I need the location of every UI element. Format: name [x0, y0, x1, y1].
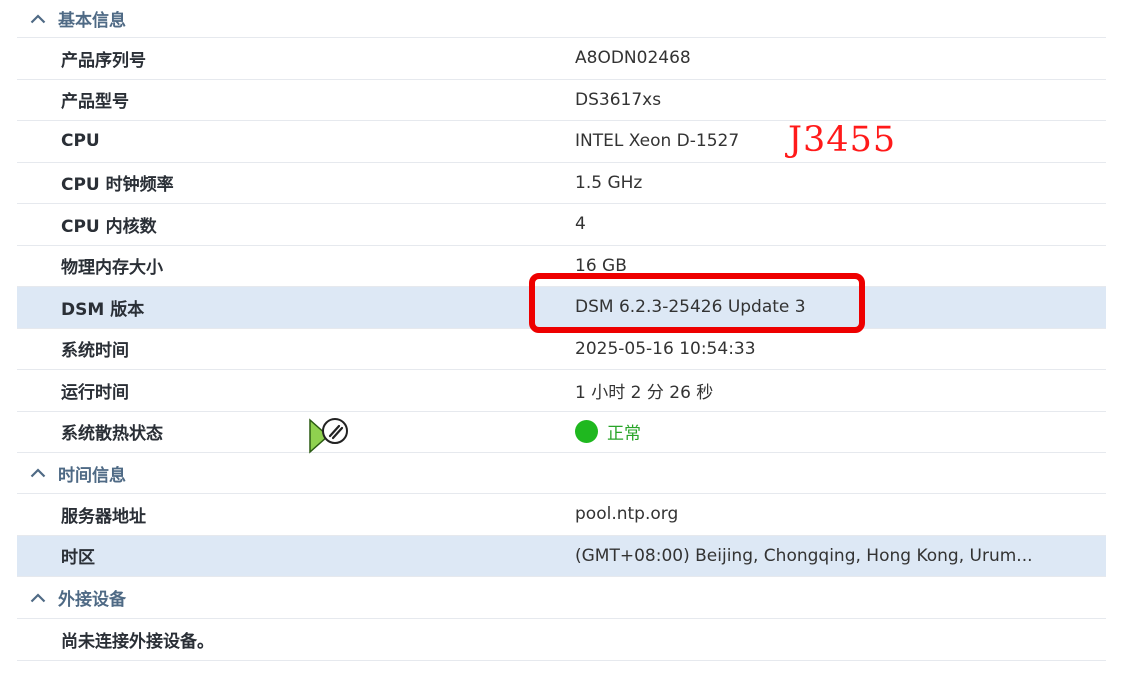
row-label: 系统散热状态 — [61, 424, 163, 445]
row-value: DS3617xs — [575, 89, 662, 110]
section-header-basic-info[interactable]: 基本信息 — [17, 0, 1106, 38]
row-value: 4 — [575, 214, 586, 235]
row-no-external-devices: 尚未连接外接设备。 — [17, 619, 1106, 661]
chevron-up-icon[interactable] — [29, 10, 47, 28]
row-value: (GMT+08:00) Beijing, Chongqing, Hong Kon… — [575, 545, 1033, 566]
row-label: 时区 — [61, 548, 95, 569]
chevron-up-icon[interactable] — [29, 589, 47, 607]
row-thermal-status[interactable]: 系统散热状态 正常 — [17, 412, 1106, 453]
row-label: 物理内存大小 — [61, 258, 163, 279]
section-header-time-info[interactable]: 时间信息 — [17, 453, 1106, 494]
section-title: 基本信息 — [58, 11, 126, 31]
chevron-up-icon[interactable] — [29, 464, 47, 482]
status-text: 正常 — [607, 423, 641, 444]
row-timezone[interactable]: 时区 (GMT+08:00) Beijing, Chongqing, Hong … — [17, 535, 1106, 577]
row-label: 产品型号 — [61, 92, 129, 113]
section-header-external-devices[interactable]: 外接设备 — [17, 577, 1106, 619]
annotation-cpu-model-text: J3455 — [788, 120, 897, 160]
row-label: CPU 内核数 — [61, 216, 157, 237]
section-title: 时间信息 — [58, 465, 126, 486]
annotation-highlight-box — [529, 273, 865, 333]
empty-message: 尚未连接外接设备。 — [61, 631, 214, 652]
row-value: 1 小时 2 分 26 秒 — [575, 382, 714, 403]
link-cursor-icon — [306, 414, 354, 456]
row-value: 2025-05-16 10:54:33 — [575, 338, 756, 359]
row-label: DSM 版本 — [61, 299, 145, 320]
row-label: 产品序列号 — [61, 50, 146, 71]
section-title: 外接设备 — [58, 590, 126, 610]
row-label: 运行时间 — [61, 382, 129, 403]
row-ntp-server[interactable]: 服务器地址 pool.ntp.org — [17, 494, 1106, 536]
row-uptime[interactable]: 运行时间 1 小时 2 分 26 秒 — [17, 370, 1106, 412]
row-serial-number[interactable]: 产品序列号 A8ODN02468 — [17, 38, 1106, 80]
row-label: 服务器地址 — [61, 506, 146, 527]
row-cpu-cores[interactable]: CPU 内核数 4 — [17, 204, 1106, 246]
row-value: INTEL Xeon D-1527 — [575, 131, 740, 152]
row-label: 系统时间 — [61, 341, 129, 362]
row-model[interactable]: 产品型号 DS3617xs — [17, 80, 1106, 121]
row-value: 正常 — [575, 419, 641, 446]
row-value: pool.ntp.org — [575, 504, 679, 525]
row-value: 1.5 GHz — [575, 172, 643, 193]
row-cpu-clock[interactable]: CPU 时钟频率 1.5 GHz — [17, 163, 1106, 204]
row-label: CPU 时钟频率 — [61, 175, 174, 196]
row-value: A8ODN02468 — [575, 48, 691, 69]
row-system-time[interactable]: 系统时间 2025-05-16 10:54:33 — [17, 329, 1106, 370]
status-ok-dot-icon — [575, 420, 598, 443]
row-cpu[interactable]: CPU INTEL Xeon D-1527 — [17, 121, 1106, 163]
row-label: CPU — [61, 131, 100, 152]
